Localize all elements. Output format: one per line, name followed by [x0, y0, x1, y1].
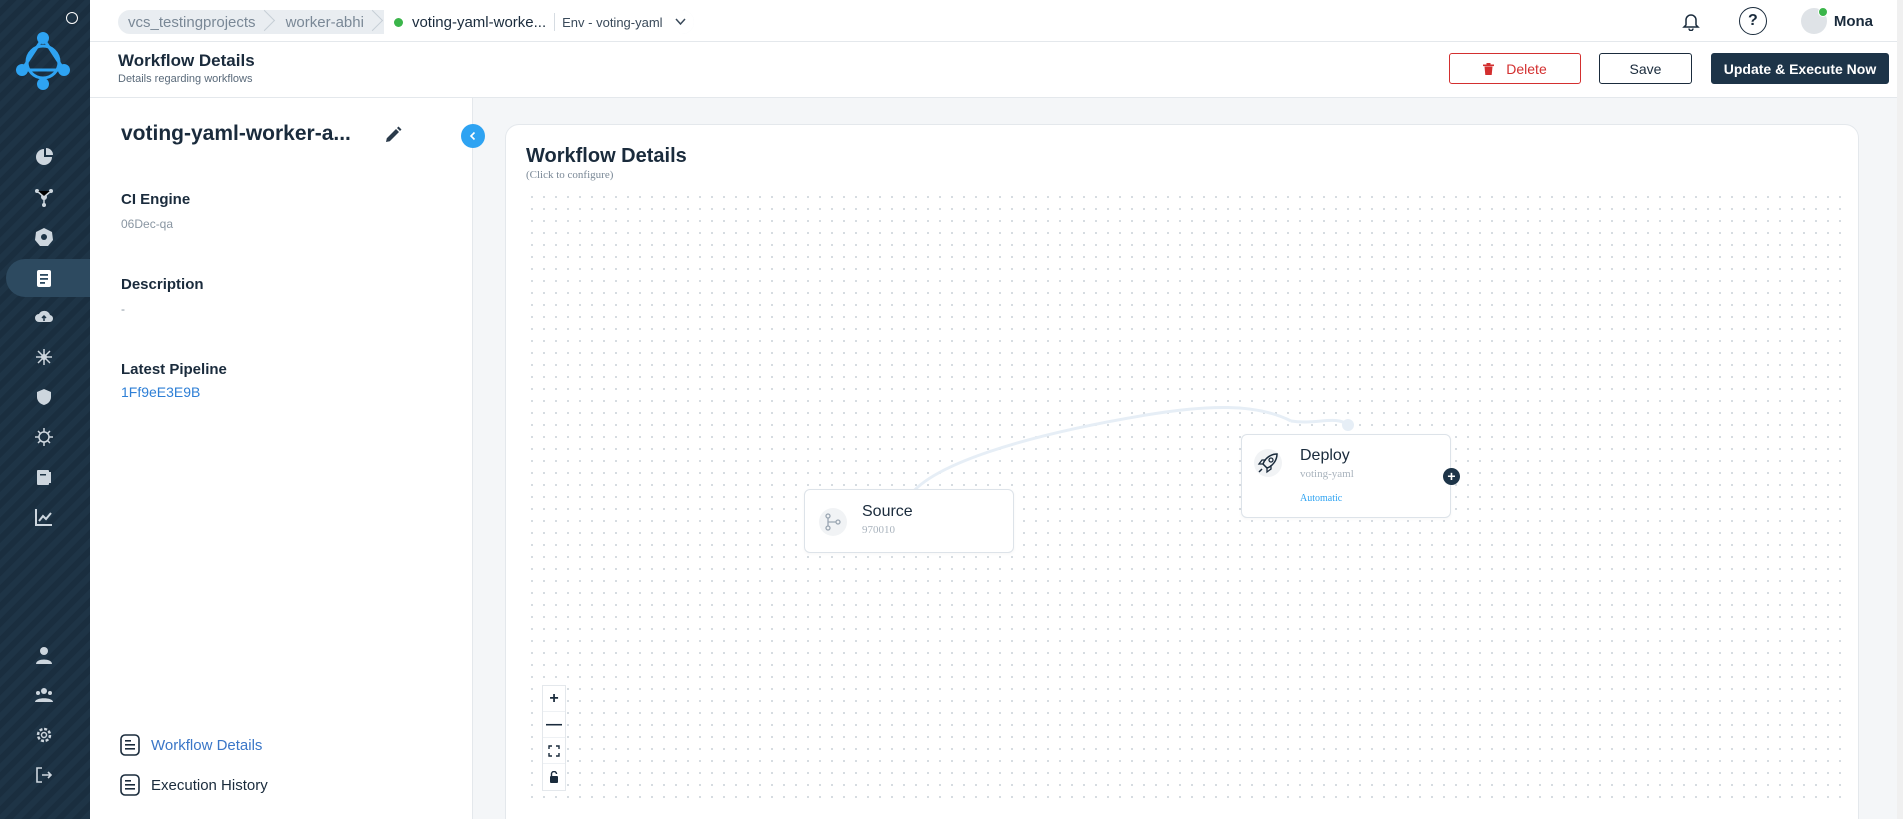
rail-item-kubernetes[interactable]	[32, 225, 56, 249]
deploy-node-environment: voting-yaml	[1300, 468, 1354, 480]
lock-icon	[550, 771, 558, 783]
logo-icon[interactable]	[12, 28, 74, 92]
rail-item-settings[interactable]	[32, 723, 56, 747]
rail-item-network[interactable]	[32, 185, 56, 209]
status-dot-icon	[393, 17, 403, 27]
delete-button[interactable]: Delete	[1449, 53, 1581, 84]
deploy-node-title: Deploy	[1300, 447, 1350, 464]
rail-item-security[interactable]	[32, 385, 56, 409]
nav-execution-history-label: Execution History	[151, 776, 268, 794]
rail-item-integrations[interactable]	[32, 345, 56, 369]
fit-view-icon	[548, 744, 560, 757]
description-value: -	[121, 302, 125, 316]
zoom-out-button[interactable]: —	[543, 712, 565, 738]
gear-icon	[36, 727, 52, 743]
integrations-icon	[36, 349, 52, 365]
deploy-node-trigger: Automatic	[1300, 493, 1343, 504]
nav-workflow-details-label: Workflow Details	[151, 736, 263, 754]
ci-engine-label: CI Engine	[121, 191, 191, 208]
user-menu[interactable]: Mona	[1800, 7, 1873, 34]
rail-item-team[interactable]	[32, 683, 56, 707]
source-node-id: 970010	[862, 524, 895, 536]
rocket-icon	[1254, 449, 1282, 477]
catalog-icon	[37, 470, 51, 485]
page-header: Workflow Details Details regarding workf…	[90, 42, 1903, 98]
analytics-icon	[35, 509, 52, 526]
page-scrollbar[interactable]	[1897, 0, 1903, 819]
nav-execution-history[interactable]: Execution History	[120, 774, 268, 796]
trash-icon	[1483, 62, 1495, 75]
git-branch-icon	[819, 508, 847, 536]
nav-workflow-details[interactable]: Workflow Details	[120, 734, 262, 756]
left-rail	[0, 0, 90, 819]
zoom-controls: + —	[542, 685, 566, 791]
collapse-panel-button[interactable]	[461, 124, 485, 148]
shield-icon	[37, 389, 51, 405]
breadcrumb-workflow-group[interactable]: worker-abhi	[276, 10, 376, 34]
notifications-button[interactable]	[1677, 7, 1705, 35]
source-node[interactable]: Source 970010	[804, 489, 1014, 553]
rail-item-workflows[interactable]	[32, 266, 56, 290]
latest-pipeline-label: Latest Pipeline	[121, 361, 227, 378]
team-icon	[35, 688, 53, 702]
app-root: vcs_testingprojects worker-abhi voting-y…	[0, 0, 1903, 819]
document-icon	[120, 774, 140, 796]
chevron-left-icon	[469, 131, 476, 141]
add-stage-button[interactable]: +	[1443, 468, 1460, 485]
lock-view-button[interactable]	[543, 764, 565, 790]
zoom-in-button[interactable]: +	[543, 686, 565, 712]
dashboard-icon	[36, 148, 53, 165]
helm-icon	[35, 428, 53, 446]
breadcrumb: vcs_testingprojects worker-abhi voting-y…	[118, 10, 694, 34]
top-right-actions: ? Mona	[1677, 0, 1903, 42]
help-icon[interactable]: ?	[1738, 7, 1767, 35]
environment-label: Env - voting-yaml	[554, 13, 663, 31]
user-name: Mona	[1833, 12, 1873, 30]
rail-item-catalog[interactable]	[32, 465, 56, 489]
workflow-icon	[37, 270, 51, 287]
page-title: Workflow Details	[118, 51, 255, 70]
pencil-icon[interactable]	[384, 126, 402, 144]
document-icon	[120, 734, 140, 756]
save-button[interactable]: Save	[1599, 53, 1692, 84]
page-subtitle: Details regarding workflows	[118, 73, 253, 85]
network-icon	[35, 189, 53, 207]
fit-view-button[interactable]	[543, 738, 565, 764]
current-workflow-name: voting-yaml-worke...	[411, 13, 547, 31]
rail-item-helm[interactable]	[32, 425, 56, 449]
rail-item-profile[interactable]	[32, 643, 56, 667]
canvas-area: Workflow Details (Click to configure) So…	[473, 98, 1903, 819]
status-indicator-icon	[66, 12, 78, 24]
rail-item-dashboard[interactable]	[32, 145, 56, 169]
ci-engine-value: 06Dec-qa	[121, 217, 174, 231]
avatar	[1800, 7, 1828, 34]
delete-button-label: Delete	[1506, 60, 1547, 77]
workflow-name: voting-yaml-worker-a...	[121, 122, 351, 145]
breadcrumb-project[interactable]: vcs_testingprojects	[118, 10, 268, 34]
top-bar: vcs_testingprojects worker-abhi voting-y…	[90, 0, 1903, 42]
description-label: Description	[121, 276, 204, 293]
rail-item-deploy[interactable]	[32, 305, 56, 329]
breadcrumb-current-workflow[interactable]: voting-yaml-worke... Env - voting-yaml	[383, 10, 694, 34]
workflow-info-panel: voting-yaml-worker-a... CI Engine 06Dec-…	[90, 98, 473, 819]
kubernetes-icon	[35, 228, 53, 246]
user-icon	[36, 647, 52, 664]
update-execute-button[interactable]: Update & Execute Now	[1711, 53, 1889, 84]
rail-item-logout[interactable]	[32, 763, 56, 787]
source-node-title: Source	[862, 503, 913, 520]
rail-item-analytics[interactable]	[32, 505, 56, 529]
chevron-down-icon[interactable]	[675, 15, 686, 29]
logout-icon	[36, 767, 53, 783]
cloud-upload-icon	[35, 310, 54, 323]
node-connector-edge	[905, 405, 1354, 501]
bell-icon	[1682, 14, 1700, 31]
workflow-canvas-card: Workflow Details (Click to configure) So…	[505, 124, 1859, 819]
deploy-node[interactable]: Deploy voting-yaml Automatic	[1241, 434, 1451, 518]
latest-pipeline-link[interactable]: 1Ff9eE3E9B	[121, 384, 200, 400]
